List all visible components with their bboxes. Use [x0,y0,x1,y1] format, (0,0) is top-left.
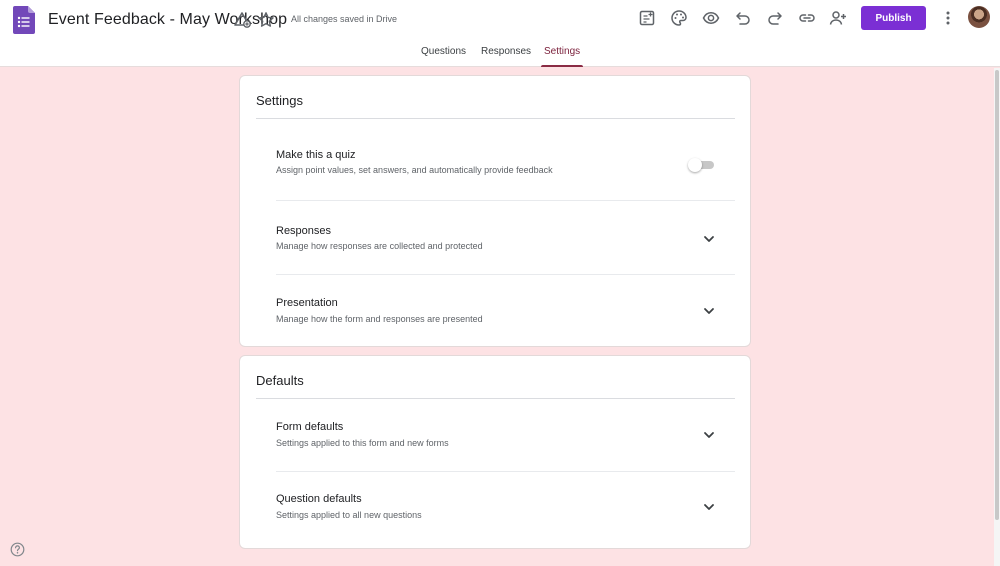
star-icon[interactable] [257,11,275,29]
chevron-down-icon[interactable] [702,232,716,246]
tab-bar: Questions Responses Settings [0,46,1000,67]
customize-addon-icon[interactable] [638,9,656,27]
responses-description: Manage how responses are collected and p… [276,241,483,251]
quiz-description: Assign point values, set answers, and au… [276,165,553,175]
form-defaults-description: Settings applied to this form and new fo… [276,438,449,448]
divider [256,398,735,399]
preview-eye-icon[interactable] [702,9,720,27]
publish-button[interactable]: Publish [861,6,926,30]
responses-title: Responses [276,225,332,237]
link-icon[interactable] [798,9,816,27]
avatar[interactable] [968,6,990,28]
palette-icon[interactable] [670,9,688,27]
divider [256,118,735,119]
chevron-down-icon[interactable] [702,428,716,442]
defaults-heading: Defaults [256,373,304,388]
settings-card: Settings Make this a quiz Assign point v… [239,75,751,347]
defaults-card: Defaults Form defaults Settings applied … [239,355,751,549]
quiz-toggle[interactable] [688,158,716,172]
settings-heading: Settings [256,93,303,108]
move-to-folder-icon[interactable] [233,11,251,29]
tab-settings[interactable]: Settings [540,46,584,67]
divider [276,200,735,201]
question-defaults-description: Settings applied to all new questions [276,510,422,520]
more-vert-icon[interactable] [940,9,956,27]
presentation-title: Presentation [276,297,338,309]
forms-logo-icon[interactable] [13,6,35,34]
presentation-description: Manage how the form and responses are pr… [276,314,483,324]
save-status: All changes saved in Drive [291,14,398,24]
question-defaults-title: Question defaults [276,493,362,505]
quiz-title: Make this a quiz [276,149,356,161]
undo-icon[interactable] [734,9,752,27]
divider [276,274,735,275]
tab-responses[interactable]: Responses [481,46,531,67]
help-icon[interactable] [10,542,25,557]
form-defaults-title: Form defaults [276,421,344,433]
redo-icon[interactable] [766,9,784,27]
toggle-knob [688,158,702,172]
chevron-down-icon[interactable] [702,304,716,318]
scrollbar-thumb[interactable] [995,70,999,520]
tab-questions[interactable]: Questions [421,46,466,67]
top-bar: Event Feedback - May Workshop All change… [0,0,1000,67]
form-title[interactable]: Event Feedback - May Workshop [48,11,287,29]
add-collaborator-icon[interactable] [829,9,847,27]
divider [276,471,735,472]
chevron-down-icon[interactable] [702,500,716,514]
